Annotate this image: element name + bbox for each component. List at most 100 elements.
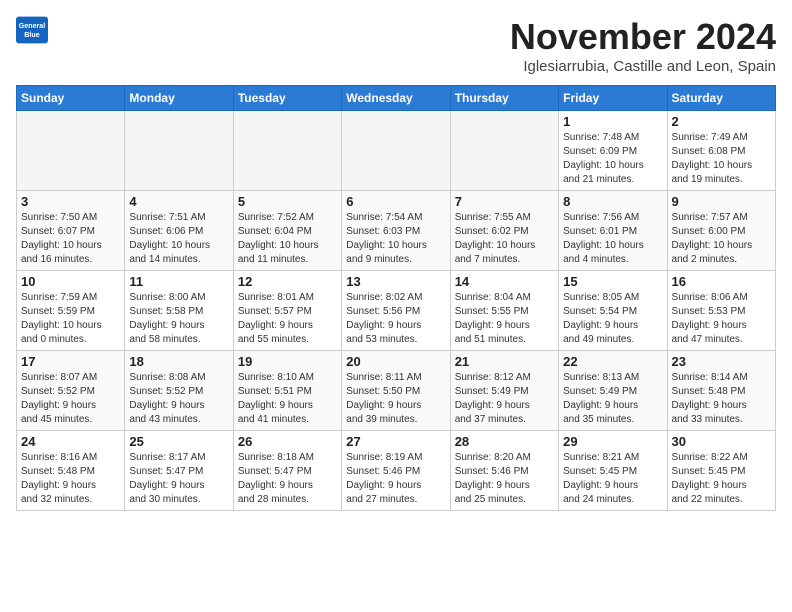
day-info: Sunrise: 7:50 AM Sunset: 6:07 PM Dayligh… xyxy=(21,211,120,267)
calendar-cell: 19 Sunrise: 8:10 AM Sunset: 5:51 PM Dayli… xyxy=(233,351,341,431)
calendar-cell: 18Sunrise: 8:08 AM Sunset: 5:52 PM Dayli… xyxy=(125,351,233,431)
day-info: Sunrise: 8:17 AM Sunset: 5:47 PM Dayligh… xyxy=(129,451,228,507)
day-info: Sunrise: 7:59 AM Sunset: 5:59 PM Dayligh… xyxy=(21,291,120,347)
day-number: 19 xyxy=(238,354,337,369)
calendar-cell: 9 Sunrise: 7:57 AM Sunset: 6:00 PM Daylig… xyxy=(667,191,775,271)
day-info: Sunrise: 7:55 AM Sunset: 6:02 PM Dayligh… xyxy=(455,211,554,267)
day-number: 9 xyxy=(672,194,771,209)
day-number: 5 xyxy=(238,194,337,209)
day-info: Sunrise: 8:12 AM Sunset: 5:49 PM Dayligh… xyxy=(455,371,554,427)
calendar-cell: 25 Sunrise: 8:17 AM Sunset: 5:47 PM Dayli… xyxy=(125,431,233,511)
day-info: Sunrise: 8:21 AM Sunset: 5:45 PM Dayligh… xyxy=(563,451,662,507)
calendar-cell: 26Sunrise: 8:18 AM Sunset: 5:47 PM Dayli… xyxy=(233,431,341,511)
day-number: 26 xyxy=(238,434,337,449)
day-number: 25 xyxy=(129,434,228,449)
calendar-cell: 1Sunrise: 7:48 AM Sunset: 6:09 PM Daylig… xyxy=(559,111,667,191)
day-number: 22 xyxy=(563,354,662,369)
day-number: 10 xyxy=(21,274,120,289)
calendar-body: 1Sunrise: 7:48 AM Sunset: 6:09 PM Daylig… xyxy=(17,111,776,511)
calendar-week-row: 3 Sunrise: 7:50 AM Sunset: 6:07 PM Daylig… xyxy=(17,191,776,271)
calendar-cell: 27 Sunrise: 8:19 AM Sunset: 5:46 PM Dayli… xyxy=(342,431,450,511)
calendar-cell: 3 Sunrise: 7:50 AM Sunset: 6:07 PM Daylig… xyxy=(17,191,125,271)
day-number: 21 xyxy=(455,354,554,369)
calendar-cell: 24Sunrise: 8:16 AM Sunset: 5:48 PM Dayli… xyxy=(17,431,125,511)
month-title: November 2024 xyxy=(510,16,776,58)
page-header: General Blue November 2024 Iglesiarrubia… xyxy=(16,16,776,75)
day-number: 12 xyxy=(238,274,337,289)
calendar-cell: 10 Sunrise: 7:59 AM Sunset: 5:59 PM Dayli… xyxy=(17,271,125,351)
day-number: 7 xyxy=(455,194,554,209)
day-info: Sunrise: 8:07 AM Sunset: 5:52 PM Dayligh… xyxy=(21,371,120,427)
calendar-cell: 5 Sunrise: 7:52 AM Sunset: 6:04 PM Daylig… xyxy=(233,191,341,271)
day-info: Sunrise: 8:02 AM Sunset: 5:56 PM Dayligh… xyxy=(346,291,445,347)
calendar-cell: 13 Sunrise: 8:02 AM Sunset: 5:56 PM Dayli… xyxy=(342,271,450,351)
calendar-cell: 6 Sunrise: 7:54 AM Sunset: 6:03 PM Daylig… xyxy=(342,191,450,271)
calendar-cell xyxy=(233,111,341,191)
calendar-cell xyxy=(342,111,450,191)
calendar-cell: 20Sunrise: 8:11 AM Sunset: 5:50 PM Dayli… xyxy=(342,351,450,431)
day-number: 2 xyxy=(672,114,771,129)
calendar-header-row: SundayMondayTuesdayWednesdayThursdayFrid… xyxy=(17,86,776,111)
day-number: 6 xyxy=(346,194,445,209)
calendar-cell: 4 Sunrise: 7:51 AM Sunset: 6:06 PM Daylig… xyxy=(125,191,233,271)
svg-text:General: General xyxy=(19,22,46,30)
day-number: 30 xyxy=(672,434,771,449)
calendar-cell xyxy=(125,111,233,191)
calendar-cell: 29 Sunrise: 8:21 AM Sunset: 5:45 PM Dayli… xyxy=(559,431,667,511)
calendar-week-row: 24Sunrise: 8:16 AM Sunset: 5:48 PM Dayli… xyxy=(17,431,776,511)
calendar-week-row: 1Sunrise: 7:48 AM Sunset: 6:09 PM Daylig… xyxy=(17,111,776,191)
day-info: Sunrise: 7:51 AM Sunset: 6:06 PM Dayligh… xyxy=(129,211,228,267)
day-number: 4 xyxy=(129,194,228,209)
day-info: Sunrise: 7:57 AM Sunset: 6:00 PM Dayligh… xyxy=(672,211,771,267)
day-info: Sunrise: 7:49 AM Sunset: 6:08 PM Dayligh… xyxy=(672,131,771,187)
day-info: Sunrise: 8:13 AM Sunset: 5:49 PM Dayligh… xyxy=(563,371,662,427)
calendar-cell: 23 Sunrise: 8:14 AM Sunset: 5:48 PM Dayli… xyxy=(667,351,775,431)
day-number: 29 xyxy=(563,434,662,449)
day-number: 15 xyxy=(563,274,662,289)
calendar-cell xyxy=(450,111,558,191)
calendar-week-row: 10 Sunrise: 7:59 AM Sunset: 5:59 PM Dayli… xyxy=(17,271,776,351)
day-number: 13 xyxy=(346,274,445,289)
day-number: 28 xyxy=(455,434,554,449)
calendar-cell xyxy=(17,111,125,191)
day-number: 11 xyxy=(129,274,228,289)
calendar-table: SundayMondayTuesdayWednesdayThursdayFrid… xyxy=(16,85,776,511)
weekday-header: Sunday xyxy=(17,86,125,111)
weekday-header: Monday xyxy=(125,86,233,111)
day-number: 14 xyxy=(455,274,554,289)
day-info: Sunrise: 8:05 AM Sunset: 5:54 PM Dayligh… xyxy=(563,291,662,347)
calendar-cell: 21 Sunrise: 8:12 AM Sunset: 5:49 PM Dayli… xyxy=(450,351,558,431)
calendar-cell: 22 Sunrise: 8:13 AM Sunset: 5:49 PM Dayli… xyxy=(559,351,667,431)
day-number: 24 xyxy=(21,434,120,449)
calendar-cell: 2 Sunrise: 7:49 AM Sunset: 6:08 PM Daylig… xyxy=(667,111,775,191)
day-info: Sunrise: 8:10 AM Sunset: 5:51 PM Dayligh… xyxy=(238,371,337,427)
day-number: 17 xyxy=(21,354,120,369)
calendar-cell: 28 Sunrise: 8:20 AM Sunset: 5:46 PM Dayli… xyxy=(450,431,558,511)
calendar-cell: 11Sunrise: 8:00 AM Sunset: 5:58 PM Dayli… xyxy=(125,271,233,351)
day-info: Sunrise: 8:04 AM Sunset: 5:55 PM Dayligh… xyxy=(455,291,554,347)
day-number: 27 xyxy=(346,434,445,449)
calendar-cell: 15 Sunrise: 8:05 AM Sunset: 5:54 PM Dayli… xyxy=(559,271,667,351)
day-info: Sunrise: 7:52 AM Sunset: 6:04 PM Dayligh… xyxy=(238,211,337,267)
day-number: 16 xyxy=(672,274,771,289)
day-info: Sunrise: 7:54 AM Sunset: 6:03 PM Dayligh… xyxy=(346,211,445,267)
calendar-cell: 17 Sunrise: 8:07 AM Sunset: 5:52 PM Dayli… xyxy=(17,351,125,431)
logo-icon: General Blue xyxy=(16,16,48,44)
calendar-cell: 14 Sunrise: 8:04 AM Sunset: 5:55 PM Dayli… xyxy=(450,271,558,351)
svg-text:Blue: Blue xyxy=(24,31,39,39)
day-info: Sunrise: 8:11 AM Sunset: 5:50 PM Dayligh… xyxy=(346,371,445,427)
day-info: Sunrise: 8:20 AM Sunset: 5:46 PM Dayligh… xyxy=(455,451,554,507)
day-info: Sunrise: 8:19 AM Sunset: 5:46 PM Dayligh… xyxy=(346,451,445,507)
day-number: 23 xyxy=(672,354,771,369)
day-info: Sunrise: 7:56 AM Sunset: 6:01 PM Dayligh… xyxy=(563,211,662,267)
day-number: 8 xyxy=(563,194,662,209)
calendar-cell: 8 Sunrise: 7:56 AM Sunset: 6:01 PM Daylig… xyxy=(559,191,667,271)
weekday-header: Wednesday xyxy=(342,86,450,111)
location: Iglesiarrubia, Castille and Leon, Spain xyxy=(510,58,776,75)
day-number: 3 xyxy=(21,194,120,209)
day-info: Sunrise: 8:14 AM Sunset: 5:48 PM Dayligh… xyxy=(672,371,771,427)
calendar-cell: 7 Sunrise: 7:55 AM Sunset: 6:02 PM Daylig… xyxy=(450,191,558,271)
calendar-week-row: 17 Sunrise: 8:07 AM Sunset: 5:52 PM Dayli… xyxy=(17,351,776,431)
title-block: November 2024 Iglesiarrubia, Castille an… xyxy=(510,16,776,75)
calendar-cell: 12Sunrise: 8:01 AM Sunset: 5:57 PM Dayli… xyxy=(233,271,341,351)
